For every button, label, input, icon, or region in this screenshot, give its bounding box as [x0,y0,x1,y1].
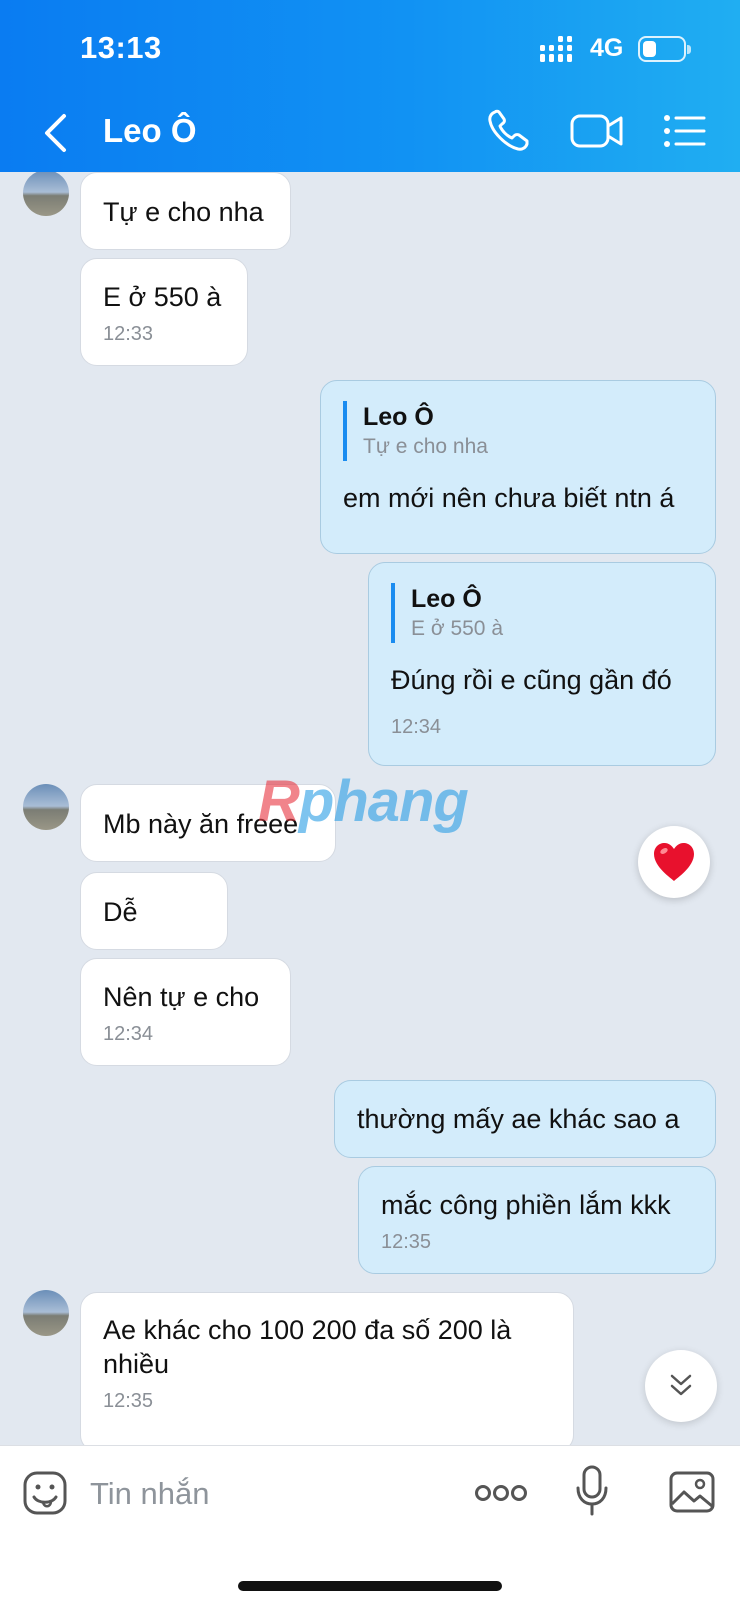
network-type: 4G [590,34,624,62]
message-input[interactable]: Tin nhắn [90,1476,210,1512]
quoted-sender: Leo Ô [411,585,482,613]
status-time: 13:13 [80,30,162,65]
message-text: Nên tự e cho [103,982,260,1012]
home-indicator [238,1581,502,1591]
phone-icon[interactable] [484,106,534,156]
message-text: Tự e cho nha [103,197,264,227]
back-arrow-icon[interactable] [38,110,72,156]
quoted-text: Tự e cho nha [363,435,488,458]
message-bubble[interactable]: E ở 550 à 12:33 [80,258,248,366]
heart-icon [654,843,694,881]
message-text: mắc công phiền lắm kkk [381,1190,671,1220]
message-text: Ae khác cho 100 200 đa số 200 là nhiều [103,1315,512,1379]
chat-header: 13:13 4G Leo Ô [0,0,740,172]
message-text: Dễ [103,897,138,927]
message-bubble[interactable]: Leo Ô E ở 550 à Đúng rồi e cũng gần đó 1… [368,562,716,766]
message-bubble[interactable]: Leo Ô Tự e cho nha em mới nên chưa biết … [320,380,716,554]
message-text: E ở 550 à [103,282,222,312]
message-time: 12:34 [391,716,442,738]
message-bubble[interactable]: mắc công phiền lắm kkk 12:35 [358,1166,716,1274]
message-bubble[interactable]: Dễ [80,872,228,950]
battery-icon [638,36,691,62]
image-gallery-icon[interactable] [668,1470,716,1514]
contact-name[interactable]: Leo Ô [103,112,197,150]
message-text: em mới nên chưa biết ntn á [343,483,675,513]
message-time: 12:33 [103,323,154,345]
scroll-to-bottom-button[interactable] [645,1350,717,1422]
chevron-double-down-icon [670,1374,692,1396]
message-time: 12:34 [103,1023,154,1045]
message-bubble[interactable]: thường mấy ae khác sao a [334,1080,716,1158]
message-bubble[interactable]: Ae khác cho 100 200 đa số 200 là nhiều 1… [80,1292,574,1445]
microphone-icon[interactable] [574,1464,610,1518]
watermark-logo: Rphang [258,769,469,834]
message-bubble[interactable]: Tự e cho nha [80,172,291,250]
list-menu-icon[interactable] [660,106,710,156]
message-text: Đúng rồi e cũng gần đó [391,665,672,695]
message-bubble[interactable]: Nên tự e cho 12:34 [80,958,291,1066]
quoted-text: E ở 550 à [411,617,503,640]
signal-icon [540,36,572,62]
reaction-button[interactable] [638,826,710,898]
message-input-bar: Tin nhắn [0,1445,740,1600]
quoted-message[interactable]: Leo Ô E ở 550 à [391,583,693,643]
message-text: thường mấy ae khác sao a [357,1104,680,1134]
more-options-icon[interactable] [474,1482,528,1504]
sticker-icon[interactable] [22,1470,68,1516]
avatar[interactable] [23,172,69,216]
video-camera-icon[interactable] [568,106,626,156]
quoted-message[interactable]: Leo Ô Tự e cho nha [343,401,693,461]
avatar[interactable] [23,784,69,830]
message-time: 12:35 [381,1231,432,1253]
avatar[interactable] [23,1290,69,1336]
quoted-sender: Leo Ô [363,403,434,431]
message-time: 12:35 [103,1390,154,1412]
